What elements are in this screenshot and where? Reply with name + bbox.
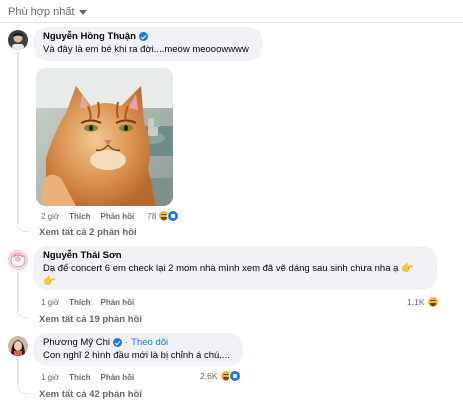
author-name[interactable]: Nguyễn Thái Sơn [43, 250, 122, 261]
comment-time[interactable]: 1 giờ [41, 298, 59, 307]
comment-sort-filter[interactable]: Phù hợp nhất [8, 6, 87, 18]
comment-author: Phương Mỹ Chi · Theo dõi [43, 337, 233, 348]
haha-reaction-icon [426, 296, 439, 308]
comment-text-body: Dạ để concert 6 em check lại 2 mom nhà m… [43, 263, 399, 274]
separator-dot: · [124, 337, 129, 348]
like-reaction-icon [167, 210, 180, 222]
like-reaction-icon [228, 370, 241, 382]
like-button[interactable]: Thích [69, 298, 90, 307]
comment-actions: 1 giờ Thích Phản hồi [41, 298, 134, 307]
reply-button[interactable]: Phản hồi [101, 298, 135, 307]
thread-line [17, 52, 19, 224]
reaction-summary[interactable]: 78 [147, 210, 180, 222]
pointing-hand-icon: 👉 [43, 276, 56, 287]
comment-text: Và đây là em bé khi ra đời....meow meooo… [43, 44, 249, 55]
thread-curve [17, 222, 29, 232]
comment-author: Nguyễn Thái Sơn [43, 250, 427, 261]
reply-button[interactable]: Phản hồi [101, 212, 135, 221]
view-replies-link[interactable]: Xem tất cả 42 phản hồi [39, 389, 142, 400]
comment-actions: 2 giờ Thích Phản hồi [41, 212, 134, 221]
like-button[interactable]: Thích [69, 373, 90, 382]
divider [0, 22, 463, 23]
pointing-hand-icon: 👉 [401, 263, 414, 274]
follow-button[interactable]: Theo dõi [131, 337, 168, 348]
reaction-summary[interactable]: 1,1K [407, 296, 439, 308]
avatar[interactable] [8, 250, 28, 270]
reaction-count: 1,1K [407, 297, 425, 307]
thread-line [17, 358, 19, 386]
author-name[interactable]: Nguyễn Hồng Thuận [43, 31, 136, 42]
view-replies-link[interactable]: Xem tất cả 2 phản hồi [39, 227, 137, 238]
reaction-count: 2,6K [200, 371, 218, 381]
comment-bubble: Phương Mỹ Chi · Theo dõi Con nghĩ 2 hình… [33, 333, 243, 366]
like-button[interactable]: Thích [69, 212, 90, 221]
author-name[interactable]: Phương Mỹ Chi [43, 337, 110, 348]
reaction-summary[interactable]: 2,6K [200, 370, 241, 382]
comment-time[interactable]: 2 giờ [41, 212, 59, 221]
comment-photo[interactable] [36, 68, 173, 206]
comment-actions: 1 giờ Thích Phản hồi [41, 373, 134, 382]
comment-author: Nguyễn Hồng Thuận [43, 31, 253, 42]
avatar[interactable] [8, 30, 28, 50]
comment-text: Dạ để concert 6 em check lại 2 mom nhà m… [43, 262, 427, 288]
sort-filter-label: Phù hợp nhất [8, 6, 75, 18]
view-replies-link[interactable]: Xem tất cả 19 phản hồi [39, 314, 142, 325]
comment-text: Con nghĩ 2 hình đầu mới là bị chỉnh á ch… [43, 350, 230, 361]
avatar[interactable] [8, 336, 28, 356]
thread-curve [17, 308, 29, 318]
thread-line [17, 272, 19, 310]
verified-badge-icon [138, 32, 148, 41]
comment-time[interactable]: 1 giờ [41, 373, 59, 382]
verified-badge-icon [112, 338, 122, 347]
reply-button[interactable]: Phản hồi [101, 373, 135, 382]
reaction-count: 78 [147, 211, 157, 221]
thread-curve [17, 384, 29, 394]
comment-bubble: Nguyễn Hồng Thuận Và đây là em bé khi ra… [33, 27, 263, 61]
caret-down-icon [78, 10, 87, 15]
comment-bubble: Nguyễn Thái Sơn Dạ để concert 6 em check… [33, 246, 437, 290]
